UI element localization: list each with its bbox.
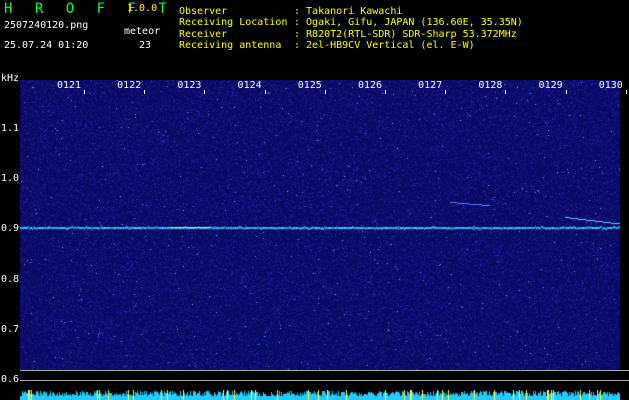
time-tick-label: 0125	[297, 80, 322, 91]
observer-value: : Takanori Kawachi	[294, 6, 403, 17]
time-tick-mark	[84, 90, 85, 94]
location-value: : Ogaki, Gifu, JAPAN (136.60E, 35.35N)	[294, 17, 523, 28]
meteor-count: 23	[139, 40, 152, 51]
antenna-value: : 2el-HB9CV Vertical (el. E-W)	[294, 40, 475, 51]
frequency-tick-label: 0.7	[1, 324, 20, 335]
location-label: Receiving Location	[179, 17, 288, 28]
time-tick-mark	[625, 90, 627, 94]
observer-label: Observer	[179, 6, 228, 17]
time-tick-mark	[505, 90, 507, 94]
time-tick-label: 0122	[117, 80, 142, 91]
time-tick-mark	[445, 90, 447, 94]
spectrogram-noise	[20, 80, 620, 371]
time-tick-mark	[264, 90, 266, 94]
time-tick-label: 0123	[177, 80, 202, 91]
time-tick-label: 0128	[478, 80, 503, 91]
time-tick-mark	[144, 90, 146, 94]
time-tick-label: 0130	[598, 80, 623, 91]
file-datetime: 25.07.24 01:20	[4, 40, 89, 51]
time-tick-label: 0124	[237, 80, 262, 91]
meteor-label: meteor	[124, 26, 161, 37]
frequency-tick-label: 1.1	[1, 123, 20, 134]
time-tick-mark	[385, 90, 386, 94]
time-tick-label: 0126	[357, 80, 383, 91]
time-tick-label: 0127	[418, 80, 443, 91]
frequency-tick-label: 0.9	[1, 223, 20, 234]
reference-line-lower	[20, 380, 629, 381]
frequency-tick-label: 1.0	[1, 173, 20, 184]
reference-line-upper	[20, 370, 629, 371]
frequency-unit-label: kHz	[1, 73, 20, 84]
receiver-value: : R820T2(RTL-SDR) SDR-Sharp 53.372MHz	[294, 29, 517, 40]
app-version: 1.0.0	[127, 3, 158, 14]
frequency-tick-label: 0.6	[1, 374, 20, 385]
receiver-label: Receiver	[179, 29, 228, 40]
signal-level-strip	[20, 390, 620, 400]
frequency-tick-label: 0.8	[1, 274, 20, 285]
time-tick-mark	[565, 90, 567, 94]
time-tick-mark	[324, 90, 326, 94]
time-tick-mark	[204, 90, 206, 94]
time-tick-label: 0129	[538, 80, 563, 91]
spectrogram	[20, 80, 620, 371]
antenna-label: Receiving antenna	[179, 40, 282, 51]
time-tick-label: 0121	[56, 80, 82, 91]
file-name: 2507240120.png	[4, 20, 89, 31]
